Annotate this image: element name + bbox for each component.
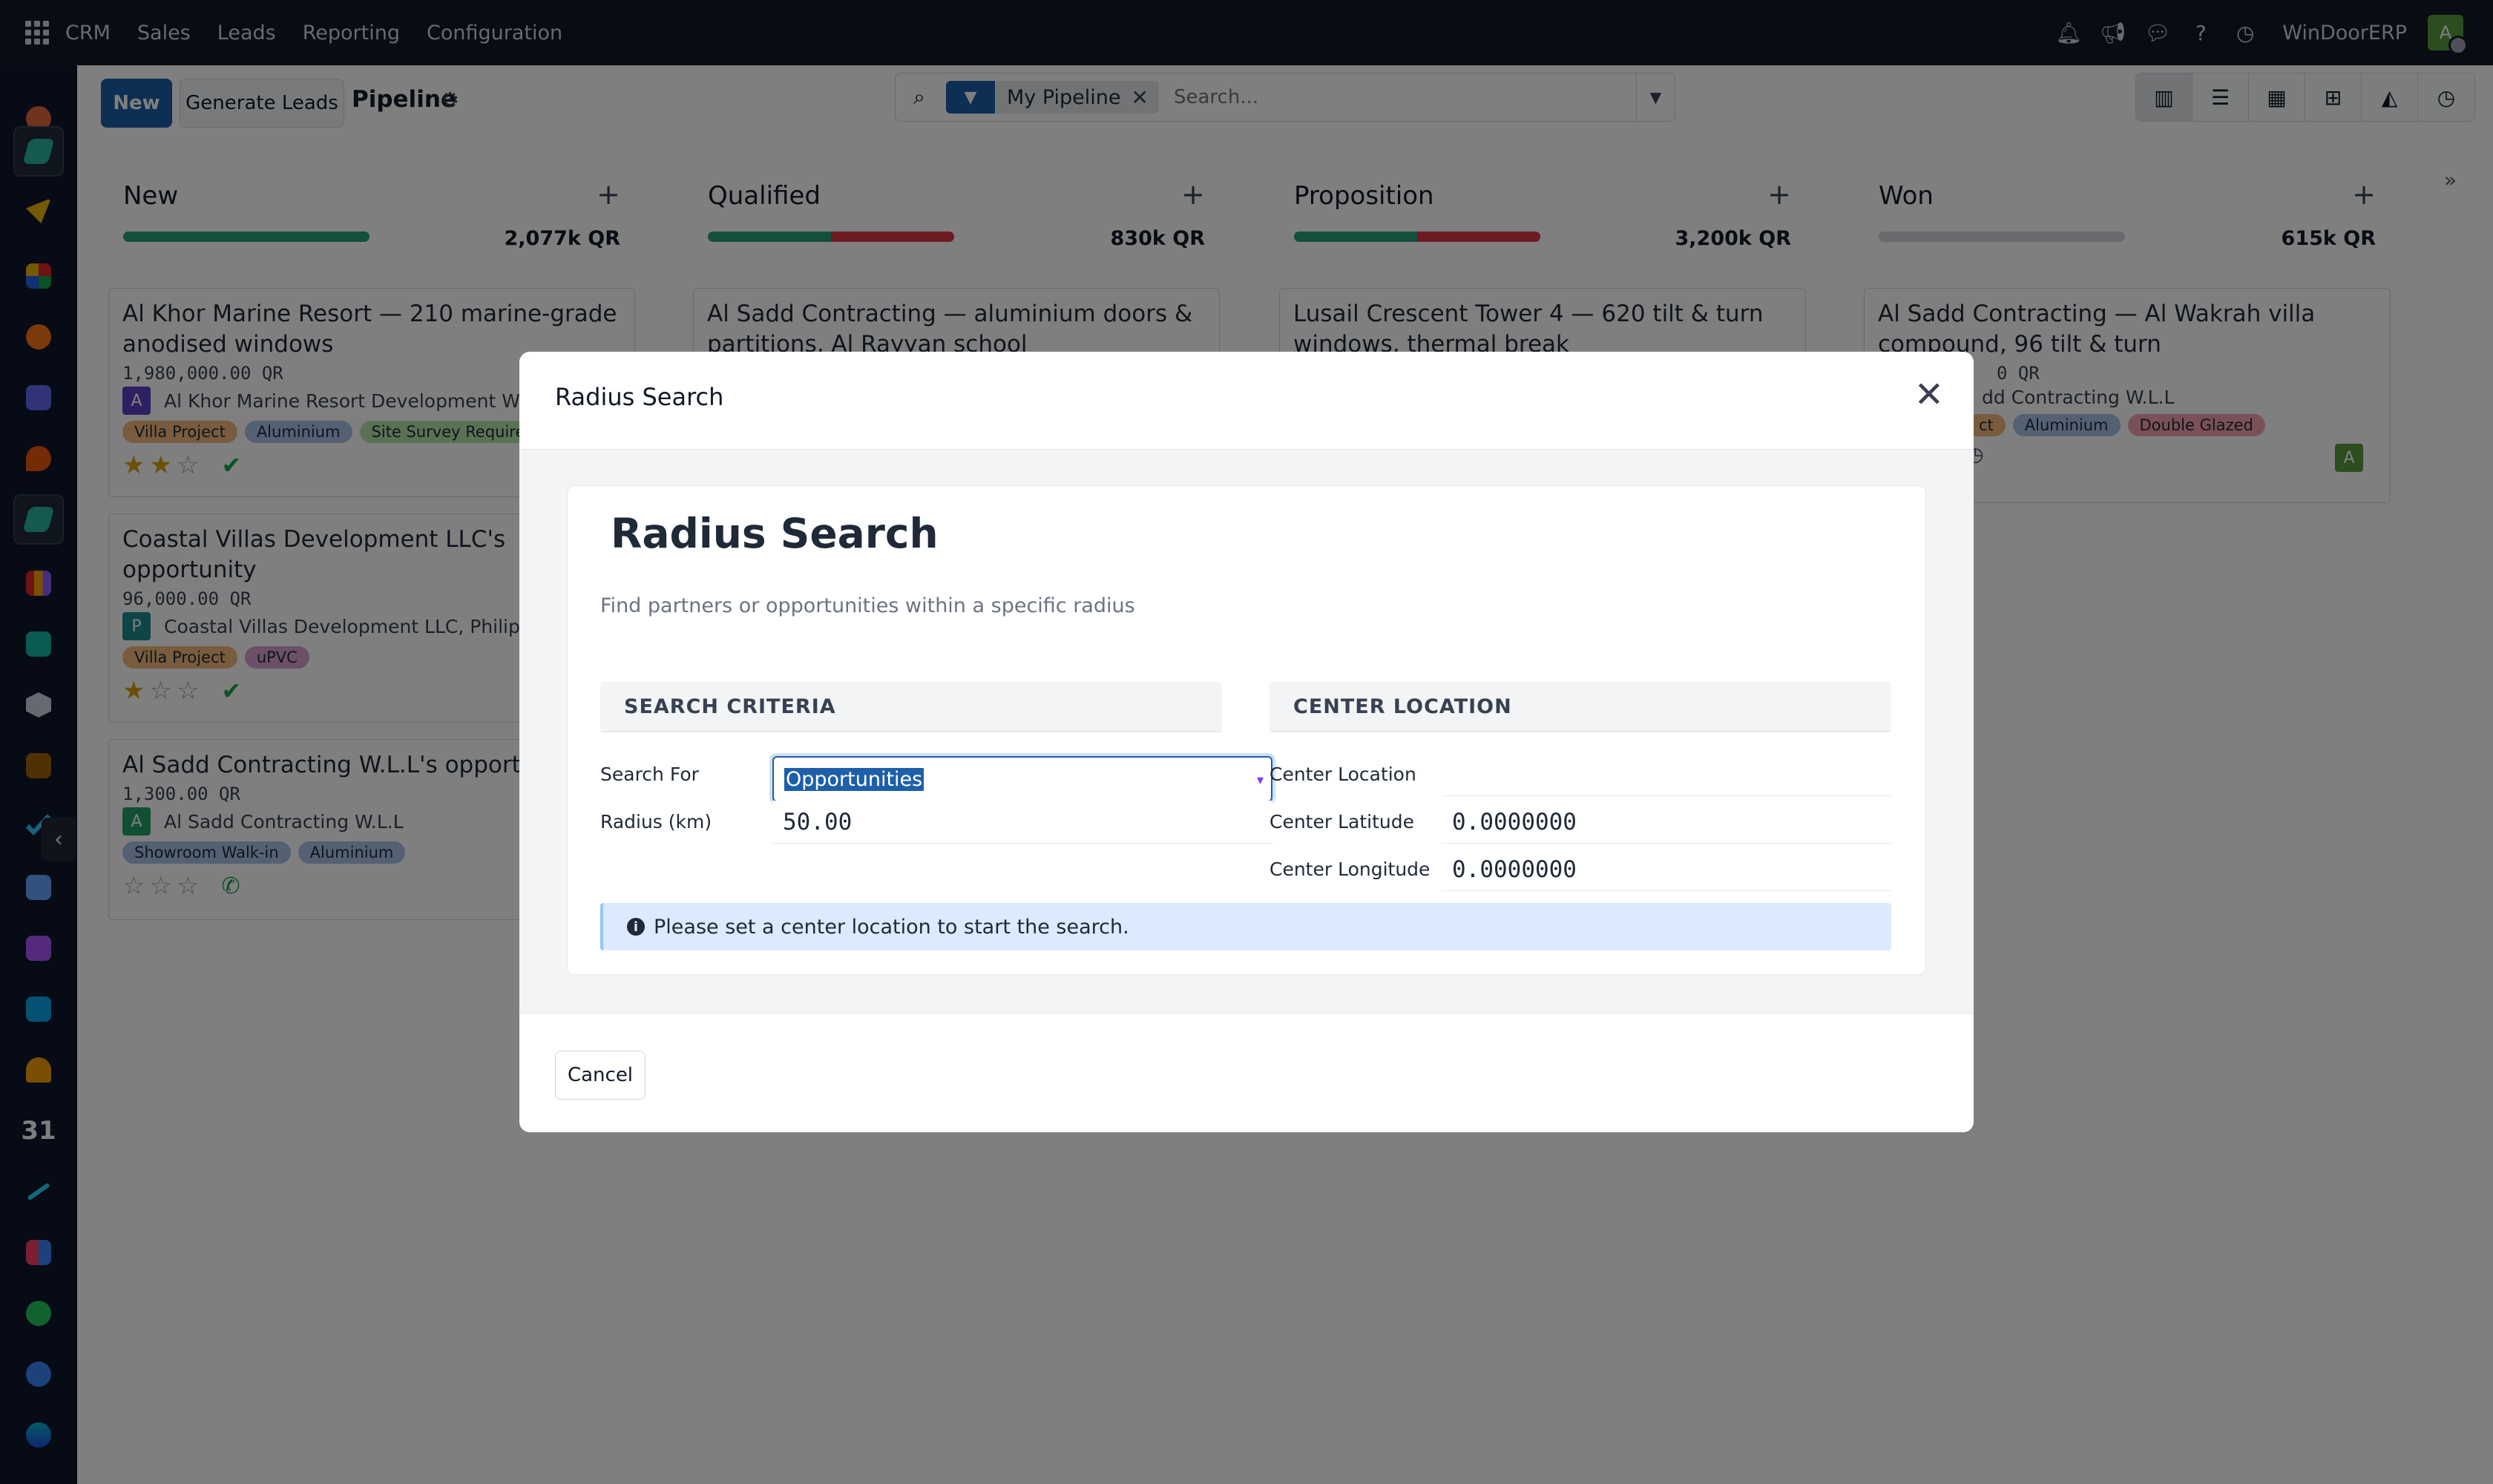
form-heading: Radius Search xyxy=(611,510,939,557)
search-for-value: Opportunities xyxy=(784,767,924,791)
radius-input[interactable]: 50.00 xyxy=(772,801,1272,844)
section-center-location: CENTER LOCATION xyxy=(1270,682,1891,732)
alert-text: Please set a center location to start th… xyxy=(654,915,1129,939)
center-longitude-input[interactable]: 0.0000000 xyxy=(1442,848,1891,891)
form-sheet: Radius Search Find partners or opportuni… xyxy=(567,485,1926,975)
caret-down-icon: ▾ xyxy=(1256,772,1264,788)
center-location-label: Center Location xyxy=(1270,764,1416,785)
modal-body: Radius Search Find partners or opportuni… xyxy=(519,450,1974,1014)
form-subtitle: Find partners or opportunities within a … xyxy=(600,594,1135,617)
info-icon: i xyxy=(627,918,645,936)
info-alert: i Please set a center location to start … xyxy=(600,903,1891,951)
center-location-input[interactable] xyxy=(1442,753,1891,796)
close-icon[interactable]: ✕ xyxy=(1914,377,1944,413)
modal-header: Radius Search ✕ xyxy=(519,352,1974,450)
center-latitude-label: Center Latitude xyxy=(1270,811,1414,833)
section-search-criteria: SEARCH CRITERIA xyxy=(600,682,1222,732)
center-longitude-label: Center Longitude xyxy=(1270,858,1431,880)
modal-title: Radius Search xyxy=(555,383,724,411)
radius-search-dialog: Radius Search ✕ Radius Search Find partn… xyxy=(519,352,1974,1132)
radius-label: Radius (km) xyxy=(600,811,712,833)
search-for-label: Search For xyxy=(600,764,699,785)
search-for-select[interactable]: Opportunities ▾ xyxy=(772,756,1272,802)
cancel-button[interactable]: Cancel xyxy=(555,1051,646,1100)
modal-footer: Cancel xyxy=(519,1014,1974,1132)
center-latitude-input[interactable]: 0.0000000 xyxy=(1442,801,1891,844)
